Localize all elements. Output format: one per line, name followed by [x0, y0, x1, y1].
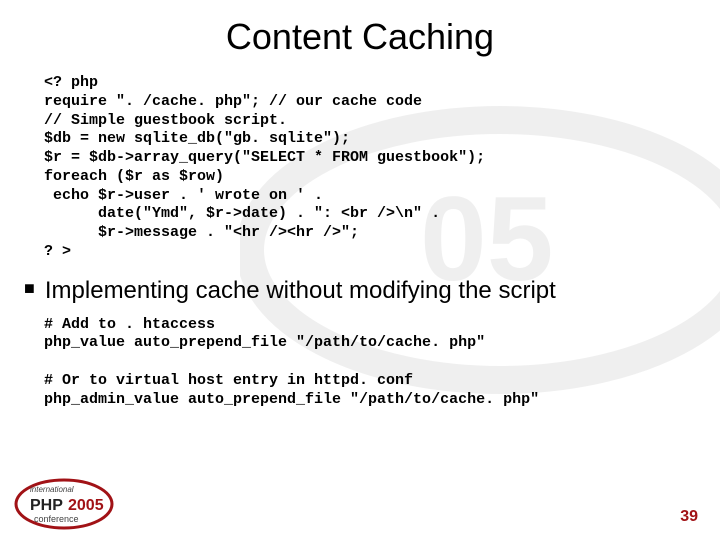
code-block-htaccess: # Add to . htaccess php_value auto_prepe…: [44, 316, 676, 410]
logo-line1: international: [30, 485, 74, 494]
slide: Content Caching <? php require ". /cache…: [0, 0, 720, 540]
bullet-item: ■ Implementing cache without modifying t…: [24, 276, 676, 306]
bullet-square-icon: ■: [24, 276, 35, 301]
bullet-text: Implementing cache without modifying the…: [45, 276, 556, 306]
logo-line3: 2005: [68, 497, 104, 514]
logo-line4: conference: [34, 514, 79, 524]
conference-logo: international PHP 2005 conference: [14, 478, 144, 530]
logo-line2: PHP: [30, 497, 63, 514]
page-number: 39: [680, 508, 698, 526]
slide-title: Content Caching: [44, 16, 676, 58]
code-block-php: <? php require ". /cache. php"; // our c…: [44, 74, 676, 262]
